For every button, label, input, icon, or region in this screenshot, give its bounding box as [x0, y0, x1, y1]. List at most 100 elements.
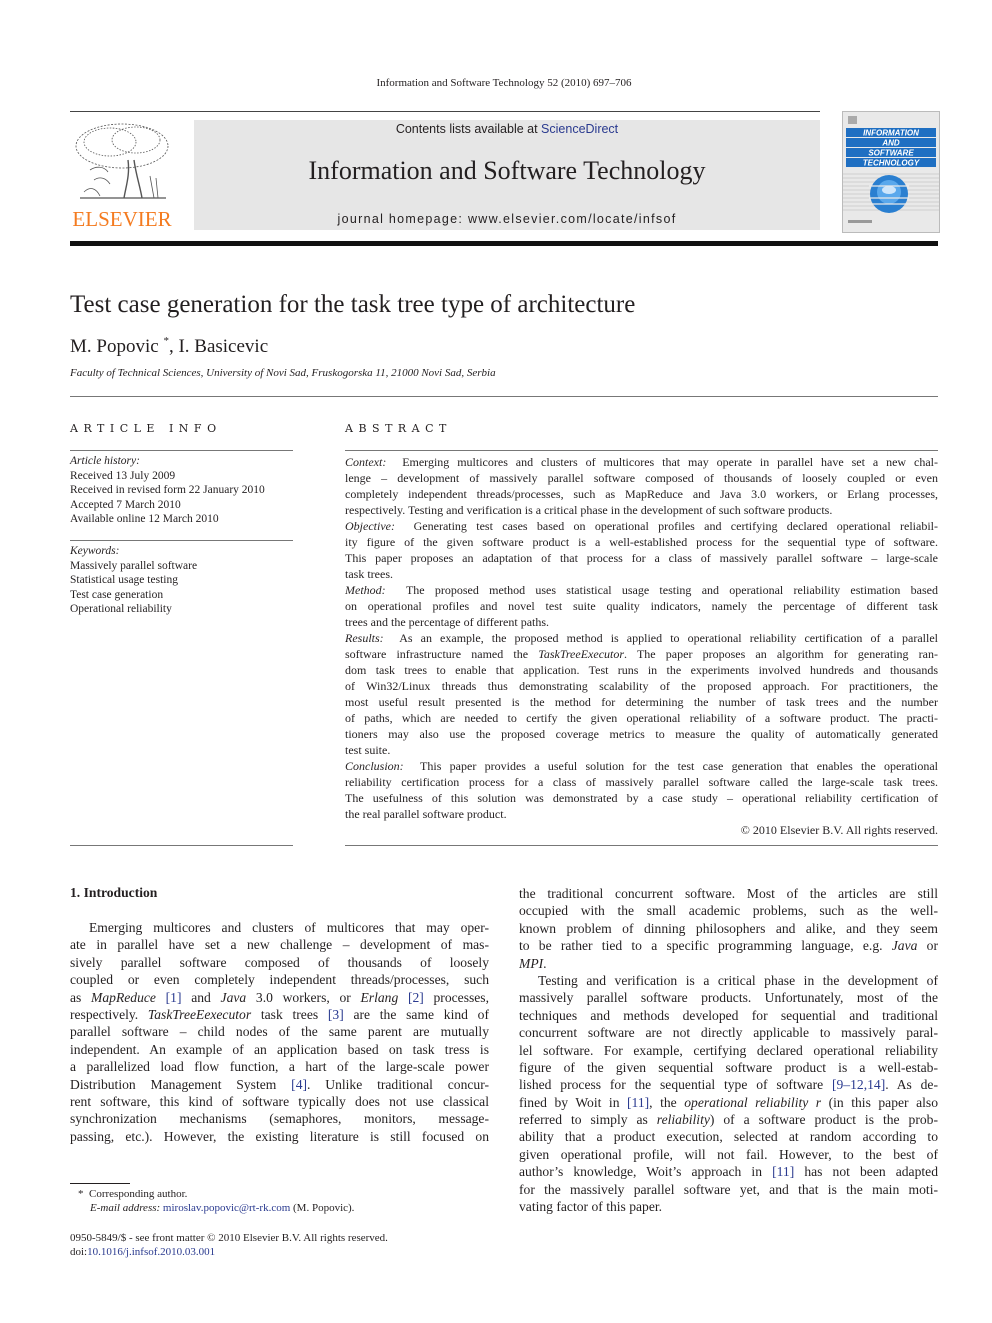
body-line: vating factor of this paper.	[519, 1199, 663, 1215]
results-label: Results:	[345, 631, 384, 645]
body-line: independent. An example of an applicatio…	[70, 1041, 489, 1057]
abstract-line: task trees.	[345, 567, 393, 581]
body-line: passing, etc.). However, the existing li…	[70, 1128, 489, 1144]
journal-cover-thumbnail[interactable]: INFORMATION AND SOFTWARE TECHNOLOGY	[842, 111, 940, 233]
author-list: M. Popovic *, I. Basicevic	[70, 335, 268, 358]
body-line: sively parallel software composed of tho…	[70, 954, 489, 970]
abstract-line: This paper proposes an adaptation of tha…	[345, 551, 938, 565]
cover-line-4: TECHNOLOGY	[863, 159, 920, 168]
body-line: MPI.	[519, 955, 547, 971]
body-line: coupled or even completely independent t…	[70, 972, 489, 988]
context-label: Context:	[345, 455, 387, 469]
cover-line-2: AND	[881, 139, 900, 148]
abstract-line: tioners may also use the proposed covera…	[345, 727, 938, 741]
abstract-line: completely independent threads/processes…	[345, 487, 938, 501]
tree-icon	[75, 123, 169, 199]
issn-doi: 0950-5849/$ - see front matter © 2010 El…	[70, 1232, 388, 1258]
abstract-line: The usefulness of this solution was demo…	[345, 791, 938, 805]
author-separator: ,	[168, 336, 179, 357]
history-item: Accepted 7 March 2010	[70, 498, 181, 511]
abstract-line: respectively. Testing and verification i…	[345, 503, 833, 517]
doi-link[interactable]: 10.1016/j.infsof.2010.03.001	[87, 1246, 215, 1258]
citation-link[interactable]: [9–12,14]	[832, 1077, 885, 1092]
body-line: concurrent software are not directly app…	[519, 1025, 938, 1041]
contents-label: Contents lists available at	[395, 122, 542, 136]
sciencedirect-link[interactable]: ScienceDirect	[541, 122, 618, 136]
citation-link[interactable]: [4]	[291, 1077, 307, 1092]
body-line: a parallelized load flow function, a har…	[70, 1059, 489, 1075]
body-line: rent software, this kind of software typ…	[70, 1093, 489, 1109]
citation-link[interactable]: [3]	[328, 1007, 344, 1022]
abstract-line: on operational profiles and novel test s…	[345, 599, 938, 613]
abstract-line: Conclusion: This paper provides a useful…	[345, 759, 938, 773]
keyword: Massively parallel software	[70, 559, 198, 572]
abstract-line: of paths, which are needed to certify th…	[345, 711, 938, 725]
citation-link[interactable]: [11]	[772, 1164, 794, 1179]
divider	[70, 396, 938, 397]
article-title: Test case generation for the task tree t…	[70, 291, 636, 318]
body-line: parallel software – child nodes of the s…	[70, 1024, 489, 1040]
body-line: occupied with the small academic problem…	[519, 903, 938, 919]
body-line: fined by Woit in [11], the operational r…	[519, 1094, 938, 1110]
conclusion-label: Conclusion:	[345, 759, 404, 773]
abstract-line: most useful result presented is the meth…	[345, 695, 938, 709]
objective-label: Objective:	[345, 519, 395, 533]
body-line: lished process for the sequential type o…	[519, 1077, 938, 1093]
abstract-line: test suite.	[345, 743, 391, 757]
body-line: to be rather tied to a specific programm…	[519, 938, 938, 954]
email-link[interactable]: miroslav.popovic@rt-rk.com	[163, 1202, 290, 1214]
cover-line-3: SOFTWARE	[868, 149, 914, 158]
abstract-line: Method: The proposed method uses statist…	[345, 583, 938, 597]
corresponding-text: Corresponding author.	[89, 1188, 188, 1200]
abstract-line: ity figure of the given software product…	[345, 535, 938, 549]
keyword: Operational reliability	[70, 603, 172, 615]
copyright-notice: © 2010 Elsevier B.V. All rights reserved…	[740, 823, 938, 837]
citation-link[interactable]: [1]	[166, 990, 182, 1005]
article-history: Article history: Received 13 July 2009 R…	[70, 454, 265, 527]
elsevier-logo[interactable]: ELSEVIER	[70, 120, 174, 232]
body-line: techniques and methods developed for seq…	[519, 1007, 938, 1023]
keywords: Keywords: Massively parallel software St…	[70, 544, 197, 617]
abstract-line: trees and the percentage of different pa…	[345, 615, 550, 629]
body-line: as MapReduce [1] and Java 3.0 workers, o…	[70, 989, 489, 1005]
cover-art-icon: INFORMATION AND SOFTWARE TECHNOLOGY	[843, 112, 939, 232]
divider	[345, 450, 938, 451]
body-line: known problem of dinning philosophers an…	[519, 920, 938, 936]
author-name[interactable]: M. Popovic	[70, 336, 159, 357]
abstract-body: Context: Emerging multicores and cluster…	[345, 454, 938, 838]
body-line: Emerging multicores and clusters of mult…	[89, 920, 489, 935]
footnote-rule	[70, 1183, 130, 1184]
divider	[70, 540, 293, 541]
contents-line: Contents lists available at ScienceDirec…	[194, 122, 820, 136]
body-line: figure of the given sequential software …	[519, 1059, 938, 1075]
cover-line-1: INFORMATION	[863, 129, 919, 138]
method-label: Method:	[345, 583, 386, 597]
keywords-label: Keywords:	[70, 545, 120, 557]
body-column-right: the traditional concurrent software. Mos…	[519, 885, 938, 1215]
body-line: massively parallel software products. Un…	[519, 990, 938, 1006]
abstract-line: the real parallel software product.	[345, 807, 507, 821]
abstract-line: dom task trees to enable that applicatio…	[345, 663, 938, 677]
abstract-line: software infrastructure named the TaskTr…	[345, 647, 938, 661]
body-line: synchronization mechanisms (semaphores, …	[70, 1111, 489, 1127]
abstract-line: lenge – development of massively paralle…	[345, 471, 938, 485]
journal-homepage-link[interactable]: journal homepage: www.elsevier.com/locat…	[194, 212, 820, 226]
divider	[70, 845, 293, 846]
keyword: Test case generation	[70, 588, 164, 601]
abstract-heading: ABSTRACT	[345, 422, 452, 435]
citation-link[interactable]: [2]	[408, 990, 424, 1005]
body-line: for the massively parallel software yet,…	[519, 1181, 938, 1197]
history-item: Received 13 July 2009	[70, 469, 176, 482]
history-item: Received in revised form 22 January 2010	[70, 484, 265, 496]
abstract-line: Context: Emerging multicores and cluster…	[345, 455, 938, 469]
header-rule	[70, 111, 820, 112]
corresponding-author-footnote: * Corresponding author. E-mail address: …	[78, 1188, 355, 1214]
body-line: ability that a product execution, select…	[519, 1129, 938, 1145]
running-head: Information and Software Technology 52 (…	[376, 77, 632, 89]
history-label: Article history:	[70, 455, 140, 467]
keyword: Statistical usage testing	[70, 574, 178, 586]
body-line: Testing and verification is a critical p…	[538, 972, 938, 988]
body-line: author’s knowledge, Woit’s approach in […	[519, 1164, 938, 1180]
author-name[interactable]: I. Basicevic	[178, 336, 268, 357]
citation-link[interactable]: [11]	[627, 1095, 649, 1110]
